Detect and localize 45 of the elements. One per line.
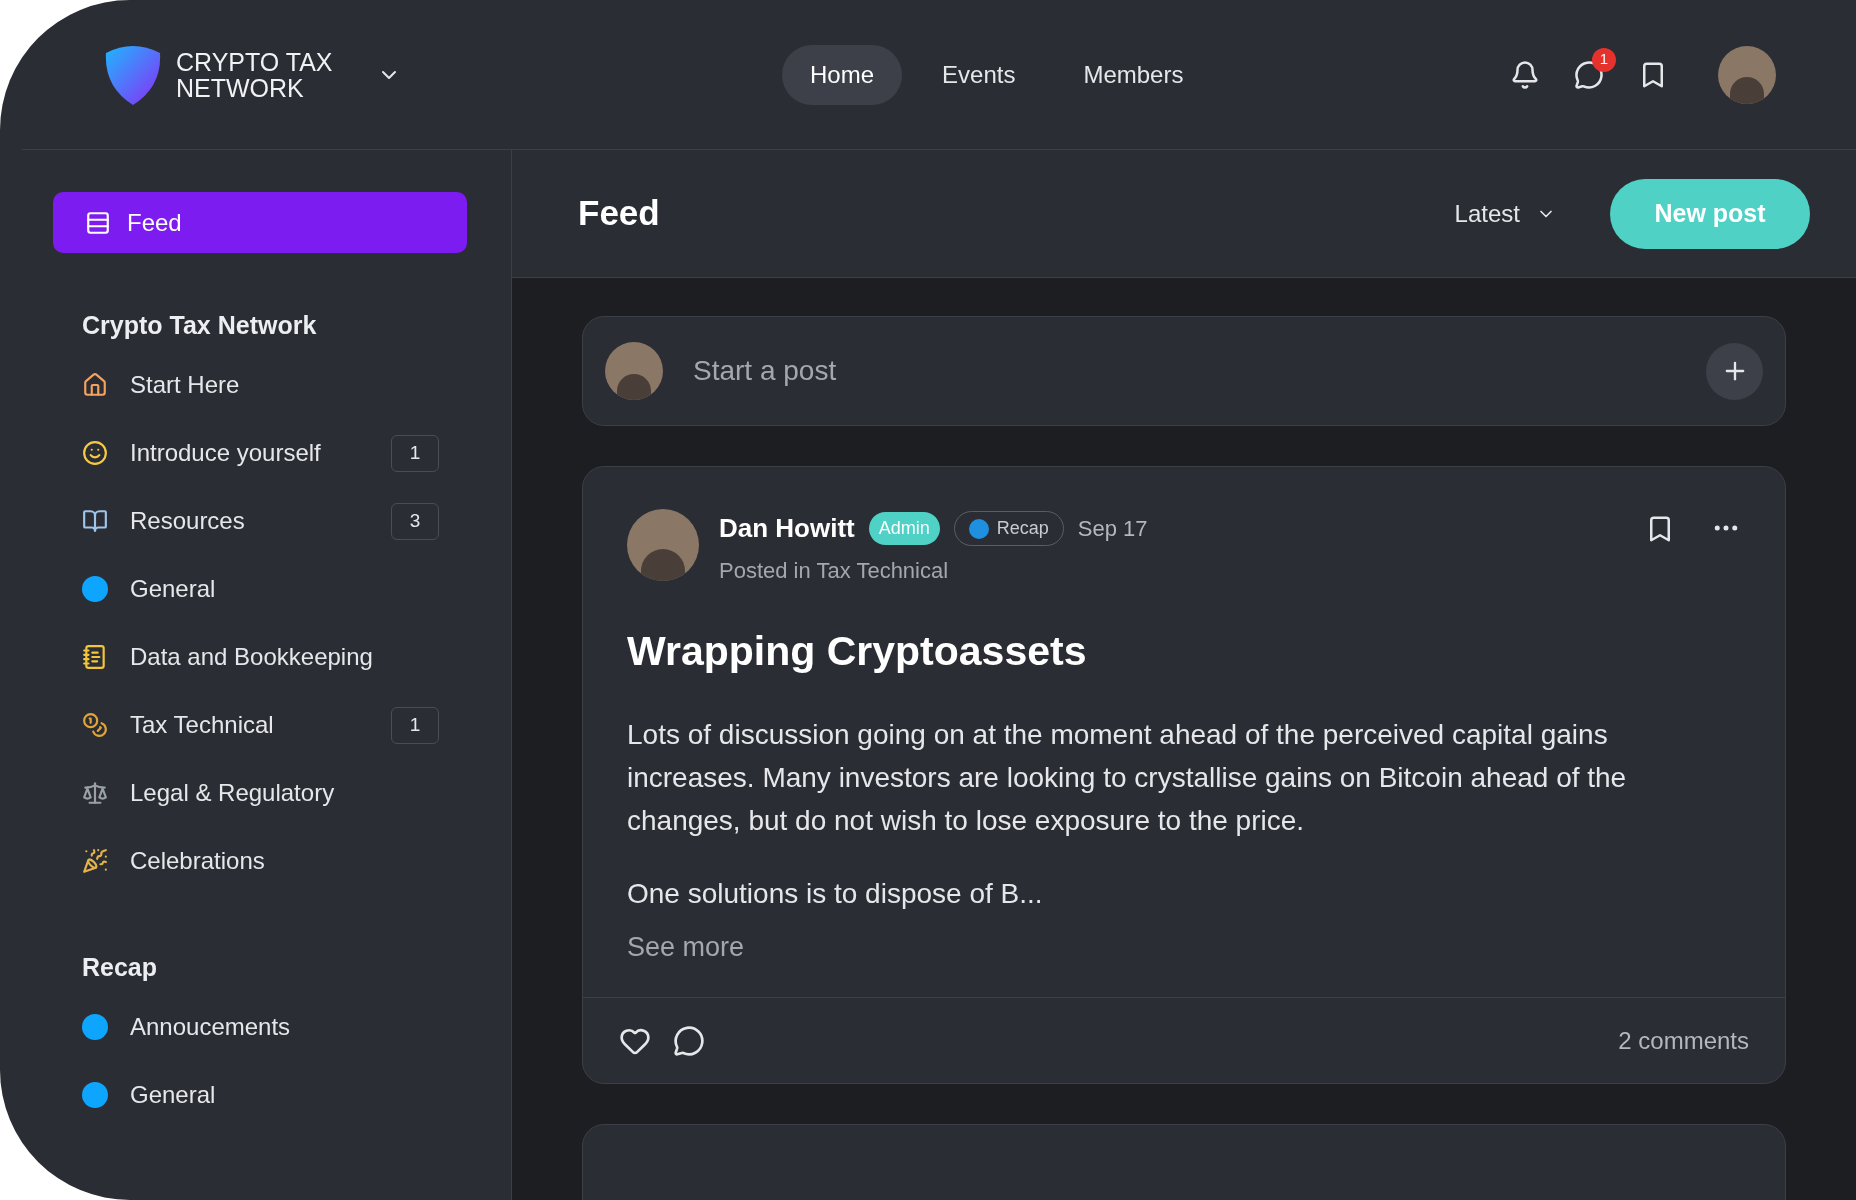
sort-dropdown[interactable]: Latest xyxy=(1454,195,1556,232)
smiley-icon xyxy=(82,440,108,466)
see-more-link[interactable]: See more xyxy=(627,926,745,967)
page-title: Feed xyxy=(578,192,660,235)
posted-in-text: Posted in Tax Technical xyxy=(719,557,950,585)
house-icon xyxy=(82,372,108,398)
post-body: Lots of discussion going on at the moment ahead of the perceived capital gains increases. Many investors are looking to crystallise gains on Bitcoin ahead of the changes, but do not wish to lose exposure to the price. xyxy=(627,717,1628,838)
channel-link[interactable]: Annoucements xyxy=(130,1009,291,1045)
channel-link[interactable]: Start Here xyxy=(130,367,240,403)
channel-link[interactable]: General xyxy=(130,1077,216,1113)
channel-link[interactable]: Celebrations xyxy=(130,843,265,879)
party-popper-icon xyxy=(82,848,108,874)
scales-icon xyxy=(82,780,108,806)
post-body: One solutions is to dispose of B... xyxy=(627,876,1044,911)
notification-badge: 1 xyxy=(1592,47,1616,72)
notebook-icon xyxy=(82,644,108,670)
channel-link[interactable]: Resources xyxy=(130,503,245,539)
brand-name: CRYPTO TAX NETWORK xyxy=(176,48,333,101)
unread-count: 1 xyxy=(391,706,439,744)
unread-count: 3 xyxy=(391,502,439,540)
channel-link[interactable]: Tax Technical xyxy=(130,707,274,743)
feed-nav-button[interactable]: Feed xyxy=(53,192,467,253)
author-name[interactable]: Dan Howitt xyxy=(719,509,855,548)
channel-link[interactable]: Legal & Regulatory xyxy=(130,775,335,811)
channel-link[interactable]: Data and Bookkeeping xyxy=(130,639,373,675)
book-icon xyxy=(82,508,108,534)
feed-icon xyxy=(85,209,111,236)
space-icon xyxy=(968,518,989,539)
post-date: Sep 17 xyxy=(1077,515,1148,543)
notifications-icon[interactable] xyxy=(1510,59,1540,90)
role-badge: Admin xyxy=(868,512,940,545)
comment-icon[interactable] xyxy=(673,1024,705,1057)
nav-tab[interactable]: Home xyxy=(782,44,903,105)
nav-tab[interactable]: Events xyxy=(914,44,1044,105)
channel-link[interactable]: General xyxy=(130,571,216,607)
composer-card[interactable]: Start a post xyxy=(582,316,1786,426)
post-title: Wrapping Cryptoassets xyxy=(627,627,1088,676)
section-heading: Crypto Tax Network xyxy=(82,310,318,342)
coins-icon xyxy=(82,712,108,738)
post-input[interactable]: Start a post xyxy=(693,350,1676,392)
channel-link[interactable]: Introduce yourself xyxy=(130,435,321,471)
unread-count: 1 xyxy=(391,434,439,472)
section-heading: Recap xyxy=(82,952,159,984)
comments-count[interactable]: 2 comments xyxy=(1618,1022,1749,1059)
nav-tab[interactable]: Members xyxy=(1055,44,1212,105)
